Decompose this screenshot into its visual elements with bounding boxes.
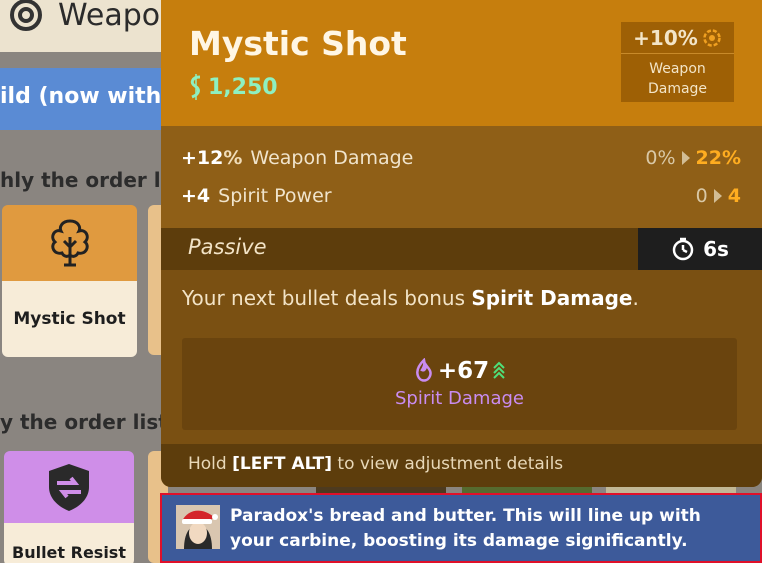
cooldown-value: 6s	[703, 237, 729, 261]
cooldown-indicator: 6s	[638, 228, 762, 270]
item-name: Mystic Shot	[189, 24, 407, 63]
arrow-right-icon	[681, 151, 690, 165]
souls-icon	[190, 74, 201, 100]
badge-label-line1: Weapon	[649, 61, 706, 77]
stat-row: +4 Spirit Power 0 4	[181, 182, 741, 210]
stat-unit: %	[223, 147, 243, 169]
page-title: Weapo	[58, 0, 161, 33]
build-banner-text: ild (now with	[0, 84, 162, 109]
badge-value: +10%	[633, 25, 698, 50]
stats-section: +12% Weapon Damage 0% 22% +4 Spirit Powe…	[161, 126, 762, 228]
avatar	[176, 505, 220, 549]
item-card-label: Bullet Resist	[4, 523, 134, 563]
stat-to: 22%	[695, 147, 741, 169]
stat-to: 4	[727, 185, 741, 207]
footer-hint: Hold [LEFT ALT] to view adjustment detai…	[188, 454, 563, 474]
weapon-target-icon	[703, 28, 721, 47]
stat-name: Weapon Damage	[250, 147, 414, 169]
shield-arrows-icon	[49, 464, 89, 511]
weapon-damage-badge: +10% Weapon Damage	[621, 22, 734, 102]
item-cost-value: 1,250	[208, 74, 278, 100]
stat-value: +4	[181, 185, 211, 207]
stat-from: 0	[695, 185, 708, 207]
scaling-up-icon	[493, 361, 505, 379]
item-tooltip: Mystic Shot 1,250 +10% Weapon Damage +12…	[161, 0, 762, 487]
item-card-label: Mystic Shot	[2, 281, 137, 357]
santa-hat-avatar-icon	[176, 505, 220, 549]
tooltip-header: Mystic Shot 1,250 +10% Weapon Damage	[161, 0, 762, 126]
description-text: Your next bullet deals bonus	[182, 286, 472, 310]
bonus-label: Spirit Damage	[395, 388, 524, 409]
stat-row: +12% Weapon Damage 0% 22%	[181, 144, 741, 172]
item-card-bullet-resist[interactable]: Bullet Resist	[4, 451, 134, 563]
section-heading-1: hly the order lis	[0, 168, 180, 192]
footer-text: Hold	[188, 454, 233, 474]
passive-label: Passive	[188, 235, 267, 259]
app-logo-icon	[10, 0, 42, 31]
description-end: .	[632, 286, 639, 310]
badge-label-line2: Damage	[647, 81, 708, 97]
ability-description: Your next bullet deals bonus Spirit Dama…	[182, 286, 639, 310]
footer-key: [LEFT ALT]	[232, 454, 332, 474]
stat-comparison: 0 4	[696, 185, 741, 207]
bonus-value: +67	[437, 358, 490, 384]
footer-text-end: to view adjustment details	[332, 454, 564, 474]
item-cost: 1,250	[188, 74, 278, 100]
arrow-right-icon	[713, 189, 722, 203]
passive-bar: Passive	[161, 228, 638, 270]
comment-text: Paradox's bread and butter. This will li…	[230, 506, 701, 551]
stat-name: Spirit Power	[218, 185, 332, 207]
stat-from: 0%	[645, 147, 676, 169]
stopwatch-icon	[672, 237, 694, 261]
section-heading-2: y the order list	[0, 410, 168, 434]
build-comment: Paradox's bread and butter. This will li…	[160, 493, 762, 563]
stat-comparison: 0% 22%	[645, 147, 741, 169]
stat-value: +12	[181, 147, 224, 169]
tooltip-footer: Hold [LEFT ALT] to view adjustment detai…	[161, 444, 762, 487]
item-card-mystic-shot[interactable]: Mystic Shot	[2, 205, 137, 357]
tree-burst-icon	[50, 219, 89, 267]
description-keyword: Spirit Damage	[471, 286, 633, 310]
spirit-damage-box: +67 Spirit Damage	[182, 338, 737, 430]
spirit-flame-icon	[415, 358, 432, 382]
